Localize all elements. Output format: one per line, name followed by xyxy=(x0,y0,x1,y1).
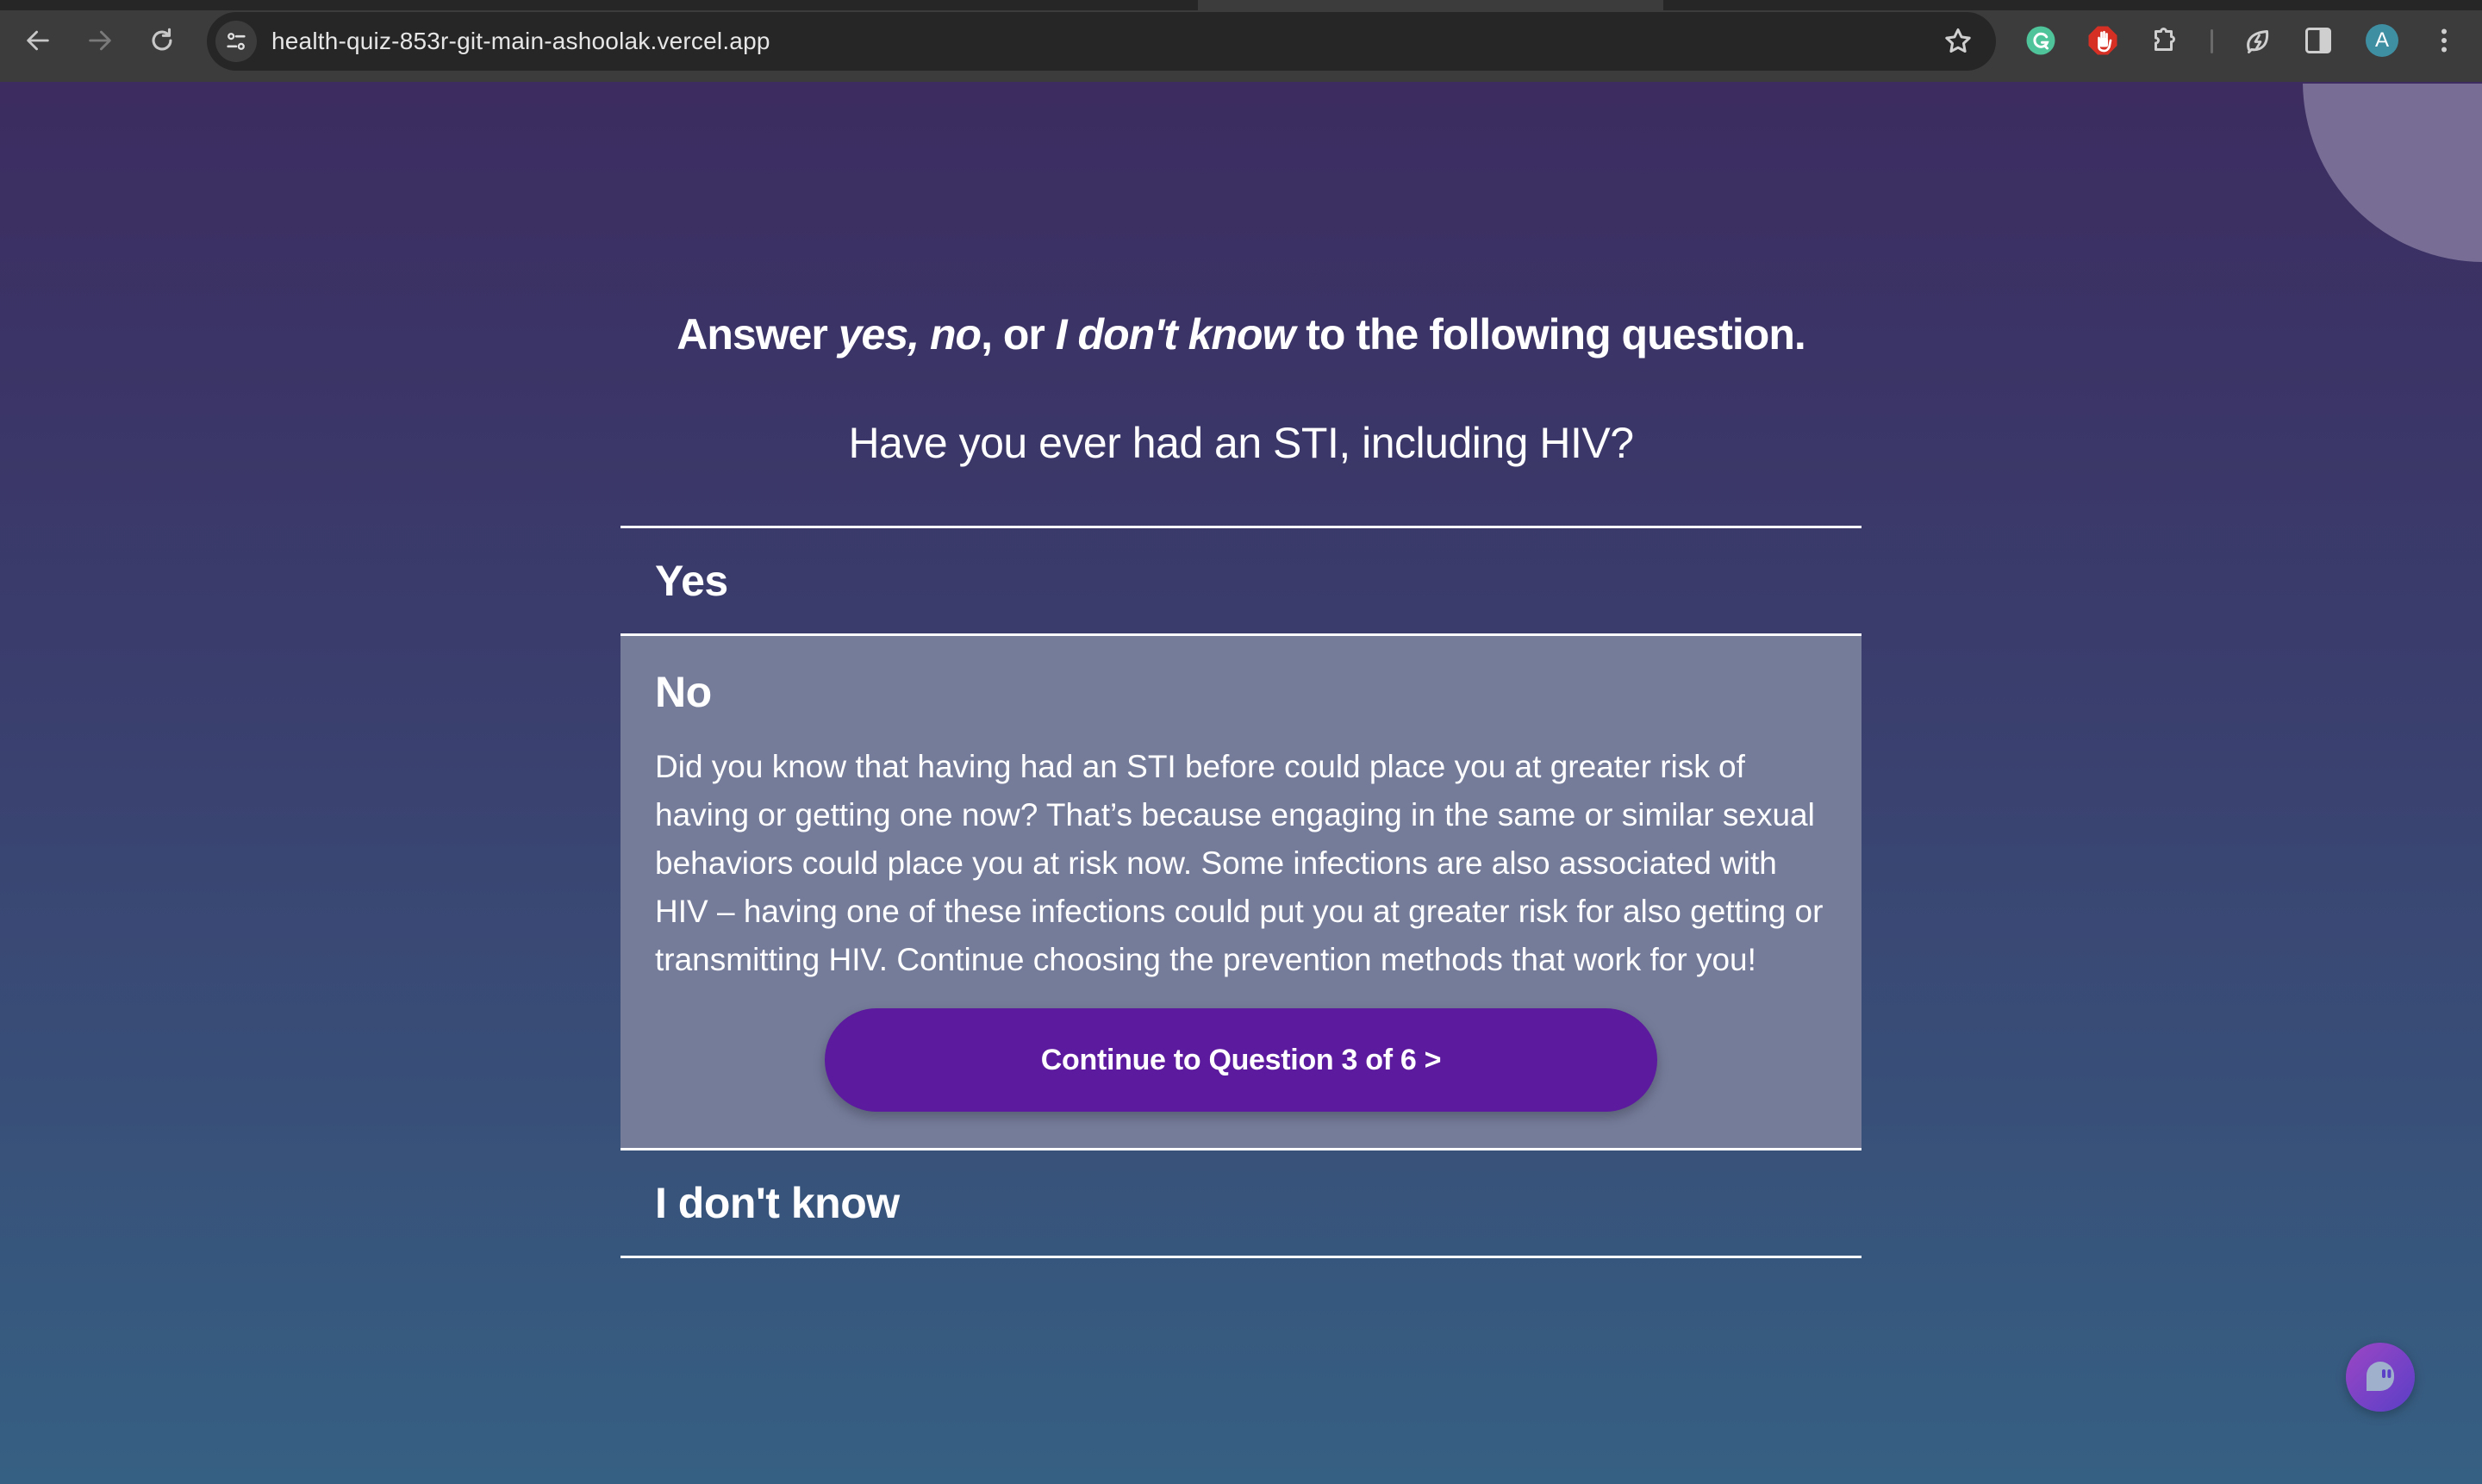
bookmark-star-icon[interactable] xyxy=(1943,26,1974,57)
reload-icon xyxy=(152,28,172,51)
quiz-instructions: Answer yes, no, or I don't know to the f… xyxy=(0,309,2482,359)
arrow-left-icon xyxy=(27,30,49,51)
side-panel-icon xyxy=(2305,28,2331,53)
answer-label[interactable]: Yes xyxy=(620,528,1862,633)
chat-widget-button[interactable] xyxy=(2346,1343,2415,1412)
instructions-or: , or xyxy=(981,310,1056,359)
vertical-dots-icon xyxy=(2441,28,2447,53)
energy-saver-button[interactable] xyxy=(2241,23,2275,58)
url-text[interactable]: health-quiz-853r-git-main-ashoolak.verce… xyxy=(271,12,770,71)
chat-bubble-icon xyxy=(2367,1362,2394,1391)
instructions-suffix: to the following question. xyxy=(1294,310,1805,359)
adblock-hand-icon xyxy=(2088,26,2117,55)
answer-label[interactable]: No xyxy=(620,636,1862,743)
quiz-page: Answer yes, no, or I don't know to the f… xyxy=(0,84,2482,1484)
tune-icon xyxy=(227,33,246,50)
instructions-comma: , xyxy=(907,310,930,359)
forward-button[interactable] xyxy=(83,23,117,58)
answer-option-yes[interactable]: Yes xyxy=(620,528,1862,636)
extensions-button[interactable] xyxy=(2148,23,2182,58)
answer-label[interactable]: I don't know xyxy=(620,1150,1862,1256)
instructions-yes: yes xyxy=(838,310,908,359)
answer-list: Yes No Did you know that having had an S… xyxy=(620,526,1862,1258)
reload-button[interactable] xyxy=(145,23,179,58)
active-tab-edge[interactable] xyxy=(1198,0,1663,10)
instructions-no: no xyxy=(929,310,982,359)
back-button[interactable] xyxy=(21,23,55,58)
toolbar-separator xyxy=(2211,29,2213,53)
browser-menu-button[interactable] xyxy=(2427,23,2461,58)
site-info-button[interactable] xyxy=(215,21,257,62)
arrow-right-icon xyxy=(89,30,111,51)
instructions-idk: I don't know xyxy=(1055,310,1296,359)
answer-feedback: Did you know that having had an STI befo… xyxy=(655,749,1824,977)
question-text: Have you ever had an STI, including HIV? xyxy=(848,419,1634,467)
instructions-prefix: Answer xyxy=(677,310,839,359)
adblock-extension[interactable] xyxy=(2086,23,2120,58)
continue-button[interactable]: Continue to Question 3 of 6 > xyxy=(825,1008,1657,1112)
browser-toolbar: health-quiz-853r-git-main-ashoolak.verce… xyxy=(0,0,2482,82)
grammarly-extension[interactable] xyxy=(2024,23,2058,58)
grammarly-icon xyxy=(2026,26,2055,55)
side-panel-button[interactable] xyxy=(2301,23,2335,58)
puzzle-extensions-icon xyxy=(2155,28,2175,51)
decorative-circle xyxy=(2303,84,2482,262)
profile-avatar[interactable]: A xyxy=(2366,24,2398,57)
answer-option-no[interactable]: No Did you know that having had an STI b… xyxy=(620,636,1862,1150)
address-bar[interactable]: health-quiz-853r-git-main-ashoolak.verce… xyxy=(207,12,1996,71)
answer-option-dont-know[interactable]: I don't know xyxy=(620,1150,1862,1258)
energy-leaf-icon xyxy=(2247,30,2269,53)
continue-container: Continue to Question 3 of 6 > xyxy=(620,984,1862,1148)
